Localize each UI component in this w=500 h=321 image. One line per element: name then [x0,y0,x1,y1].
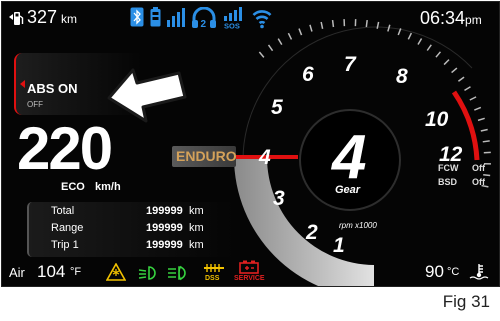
air-temp-unit: °F [70,266,82,278]
tachometer-tick [483,173,491,177]
gear-value: 4 [330,123,366,192]
trip1-label: Trip 1 [51,239,79,251]
dss-icon [204,264,224,272]
speed-unit: km/h [95,181,121,193]
riding-mode-label: ENDURO [176,148,237,164]
trip1-value: 199999 [146,239,183,251]
clock-ampm: pm [465,13,482,27]
tachometer-tick [435,51,442,58]
phone-signal-icon [167,8,185,27]
low-beam-icon [138,266,156,280]
tachometer-tick [331,19,335,28]
scale-label-2: 2 [305,221,318,244]
bsd-state: Off [472,177,485,187]
trip-total-value: 199999 [146,205,183,217]
trip1-unit: km [189,239,204,251]
fog-light-icon [168,265,186,281]
headset-icon: 2 [192,7,216,29]
callout-arrow-icon [107,68,187,123]
tachometer-tick [443,59,450,66]
tachometer-tick [464,86,471,92]
trip-total-label: Total [51,205,75,217]
scale-label-6: 6 [302,63,314,86]
dss-label: DSS [205,275,220,282]
bluetooth-icon [130,7,144,27]
speed-mode: ECO [61,181,85,193]
notification-arrow-indicator [20,80,25,88]
status-icons: 2 SOS [130,7,285,29]
coolant-temp-value: 90 [425,262,444,281]
fuel-range-value: 327 [27,7,58,27]
clock-time: 06:34 [420,8,466,28]
notification-title: ABS ON [27,81,78,96]
scale-label-5: 5 [271,96,283,119]
coolant-temp-unit: °C [447,266,460,278]
tachometer-tick [407,32,413,40]
scale-label-7: 7 [344,53,357,76]
scale-label-4: 4 [258,146,271,169]
service-icon [239,260,259,274]
air-temp-value: 104 [37,262,66,281]
bsd-label: BSD [438,177,458,187]
trip-range-label: Range [51,222,84,234]
tachometer-tick [417,38,423,45]
rpm-unit-label: rpm x1000 [339,221,377,230]
gear-label: Gear [335,184,361,196]
road-ice-warning-icon [106,263,126,281]
fuel-pump-icon [9,12,24,25]
notification-subtitle: OFF [27,100,43,109]
tachometer-tick [376,21,380,29]
scale-label-10: 10 [425,108,449,131]
tachometer-tick [258,51,265,58]
tachometer-tick [387,24,391,32]
tachometer-tick [469,96,477,101]
svg-text:SOS: SOS [224,22,240,30]
scale-label-8: 8 [396,65,408,88]
phone-battery-icon [150,7,161,27]
wifi-icon [252,10,272,29]
tachometer-tick [287,32,293,40]
service-label: SERVICE [234,275,265,282]
tachometer-tick [267,44,274,52]
trip-range-value: 199999 [146,222,183,234]
dashboard-display: 1 2 3 4 5 6 7 8 10 12 4 Gear rpm x1000 3… [1,1,500,287]
tachometer-tick [482,140,490,143]
trip-total-unit: km [189,205,204,217]
figure-caption: Fig 31 [442,292,490,311]
tachometer-tick [320,21,324,29]
tachometer-tick [474,106,482,111]
air-label: Air [9,265,25,280]
clock: 06:34pm [420,8,482,29]
tachometer-tick [298,28,303,36]
tachometer-tick [365,19,368,28]
svg-text:2: 2 [201,19,207,29]
scale-label-3: 3 [273,187,285,210]
speed-value: 220 [17,115,113,182]
tachometer-tick [477,117,485,122]
tachometer-tick [451,67,458,74]
sos-signal-icon: SOS [224,7,242,30]
fcw-label: FCW [438,163,459,173]
fcw-state: Off [472,163,485,173]
coolant-temperature-icon [469,264,489,280]
tachometer-tick [277,38,283,46]
tachometer-tick [457,76,465,82]
fuel-range-unit: km [61,12,77,26]
tachometer-tick [480,128,488,132]
scale-label-1: 1 [333,234,345,257]
trip-range-unit: km [189,222,204,234]
tachometer-tick [309,24,313,32]
tachometer-tick [426,44,432,51]
